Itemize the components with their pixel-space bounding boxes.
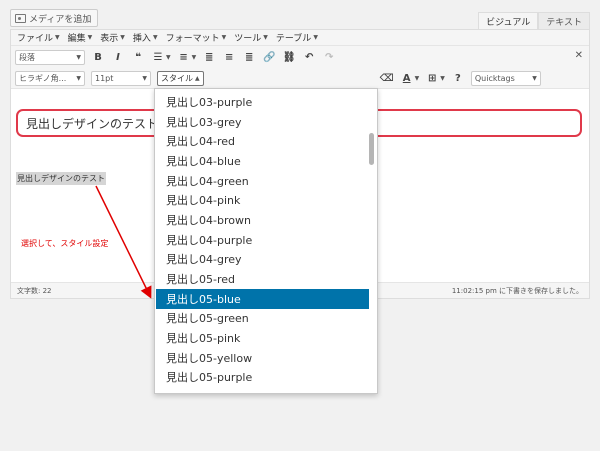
scroll-thumb[interactable]: [369, 133, 374, 165]
align-right-icon[interactable]: ≣: [242, 50, 256, 64]
style-option[interactable]: 見出し04-grey: [156, 250, 369, 270]
font-family-select[interactable]: ヒラギノ角... ▼: [15, 70, 85, 86]
menu-table[interactable]: テーブル ▼: [276, 31, 318, 44]
style-option[interactable]: 見出し03-purple: [156, 92, 369, 112]
style-button[interactable]: スタイル ▲: [157, 70, 204, 86]
style-option[interactable]: 見出し04-blue: [156, 151, 369, 171]
menu-tools[interactable]: ツール ▼: [234, 31, 268, 44]
bullet-list-dropdown-icon[interactable]: ▼: [166, 54, 171, 61]
add-media-button[interactable]: メディアを追加: [10, 9, 99, 27]
textcolor-icon[interactable]: A: [400, 71, 414, 85]
align-left-icon[interactable]: ≣: [202, 50, 216, 64]
style-option[interactable]: 見出し05-red: [156, 269, 369, 289]
menu-format[interactable]: フォーマット ▼: [166, 31, 227, 44]
bold-icon[interactable]: B: [91, 50, 105, 64]
table-icon[interactable]: ⊞: [425, 71, 439, 85]
undo-icon[interactable]: ↶: [302, 50, 316, 64]
style-option[interactable]: 見出し05-purple: [156, 368, 369, 388]
italic-icon[interactable]: I: [111, 50, 125, 64]
blockquote-icon[interactable]: ❝: [131, 50, 145, 64]
add-media-label: メディアを追加: [29, 14, 92, 25]
dropdown-scrollbar[interactable]: [368, 91, 376, 391]
link-icon[interactable]: 🔗: [262, 50, 276, 64]
style-dropdown: 見出し03-purple 見出し03-grey 見出し04-red 見出し04-blu…: [154, 88, 378, 394]
textcolor-dropdown-icon[interactable]: ▼: [415, 75, 420, 82]
align-center-icon[interactable]: ≡: [222, 50, 236, 64]
style-option[interactable]: 見出し04-brown: [156, 210, 369, 230]
quicktags-select[interactable]: Quicktags ▼: [470, 70, 541, 86]
style-option[interactable]: 見出し04-purple: [156, 230, 369, 250]
editor-tabs: ビジュアル テキスト: [478, 12, 590, 29]
selected-text[interactable]: 見出しデザインのテスト: [16, 172, 106, 185]
style-option[interactable]: 見出し05-pink: [156, 328, 369, 348]
numbered-list-icon[interactable]: ≡: [177, 50, 191, 64]
top-row: メディアを追加 ビジュアル テキスト: [8, 8, 590, 29]
bullet-list-icon[interactable]: ☰: [151, 50, 165, 64]
style-option[interactable]: 見出し04-green: [156, 171, 369, 191]
menu-file[interactable]: ファイル ▼: [17, 31, 60, 44]
style-option[interactable]: 見出し03-grey: [156, 112, 369, 132]
table-dropdown-icon[interactable]: ▼: [440, 75, 445, 82]
style-option[interactable]: 見出し05-blue: [156, 288, 369, 309]
tab-visual[interactable]: ビジュアル: [478, 12, 539, 29]
media-icon: [15, 13, 26, 23]
numbered-list-dropdown-icon[interactable]: ▼: [192, 54, 197, 61]
clear-format-icon[interactable]: ⌫: [380, 71, 394, 85]
font-size-select[interactable]: 11pt ▼: [91, 70, 151, 86]
fullscreen-icon[interactable]: ✕: [575, 50, 583, 61]
help-icon[interactable]: ?: [451, 71, 465, 85]
redo-icon[interactable]: ↷: [322, 50, 336, 64]
toolbar-secondary: ヒラギノ角... ▼ 11pt ▼ スタイル ▲ ⌫ A ▼ ⊞ ▼ ? Quicktag…: [11, 68, 589, 89]
menu-edit[interactable]: 編集 ▼: [68, 31, 93, 44]
style-option[interactable]: 見出し04-red: [156, 131, 369, 151]
style-list: 見出し03-purple 見出し03-grey 見出し04-red 見出し04-blu…: [156, 92, 369, 387]
annotation-text: 選択して、スタイル設定: [21, 239, 109, 248]
unlink-icon[interactable]: ⛓: [282, 50, 296, 64]
menu-insert[interactable]: 挿入 ▼: [133, 31, 158, 44]
autosave-status: 11:02:15 pm に下書きを保存しました。: [451, 286, 583, 295]
format-select[interactable]: 段落 ▼: [15, 49, 85, 65]
style-option[interactable]: 見出し05-yellow: [156, 348, 369, 368]
tab-text[interactable]: テキスト: [538, 12, 590, 29]
menubar: ファイル ▼ 編集 ▼ 表示 ▼ 挿入 ▼ フォーマット ▼ ツール ▼ テーブル ▼: [11, 30, 589, 46]
menu-view[interactable]: 表示 ▼: [100, 31, 125, 44]
word-count: 文字数: 22: [17, 286, 52, 295]
style-option[interactable]: 見出し05-green: [156, 309, 369, 329]
style-option[interactable]: 見出し04-pink: [156, 190, 369, 210]
toolbar-primary: 段落 ▼ B I ❝ ☰ ▼ ≡ ▼ ≣ ≡ ≣ 🔗 ⛓ ↶ ↷ ✕: [11, 46, 589, 68]
